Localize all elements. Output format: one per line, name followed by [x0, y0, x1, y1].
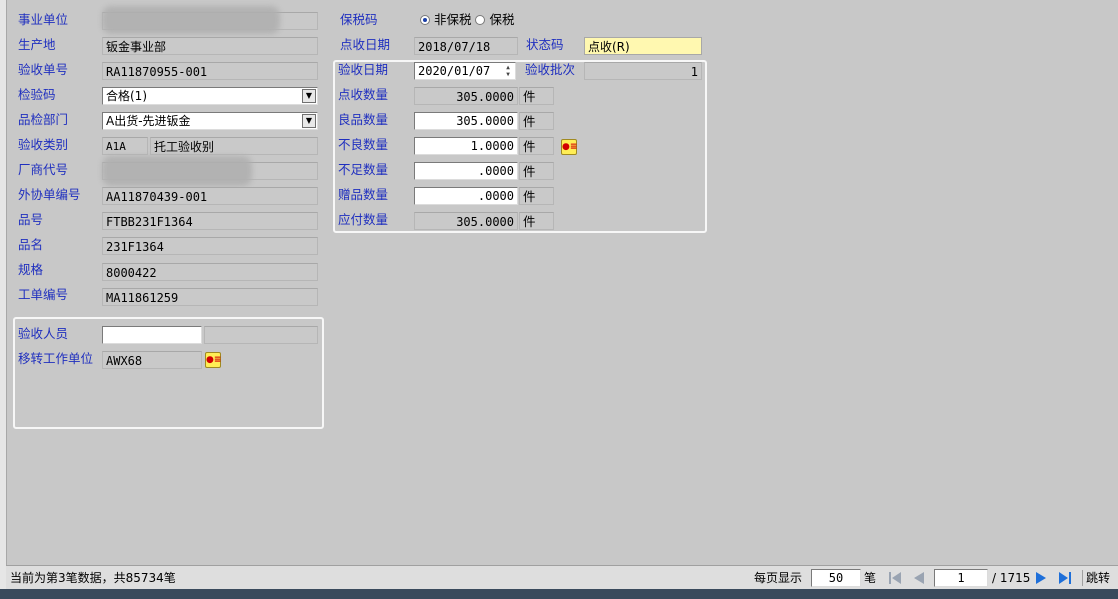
accept-date-input[interactable]: 2020/01/07 ▲ ▼ — [414, 62, 516, 80]
prev-page-icon[interactable] — [912, 571, 926, 585]
status-divider — [1082, 570, 1083, 586]
transfer-unit-label: 移转工作单位 — [18, 351, 94, 366]
count-qty-field[interactable]: 305.0000 — [414, 87, 518, 105]
business-unit-label: 事业单位 — [18, 12, 69, 27]
receipt-type-code[interactable]: A1A — [102, 137, 148, 155]
bonded-radio-group: 非保税 保税 — [420, 11, 514, 29]
part-name-field[interactable]: 231F1364 — [102, 237, 318, 255]
radio-non-bonded-label[interactable]: 非保税 — [434, 12, 472, 27]
inspection-code-label: 检验码 — [18, 87, 56, 102]
qc-dept-select[interactable]: A出货-先进钣金 ▼ — [102, 112, 318, 130]
chevron-down-icon[interactable]: ▼ — [302, 114, 316, 128]
work-order-label: 工单编号 — [18, 287, 69, 302]
inspection-code-value: 合格(1) — [106, 89, 147, 103]
defect-qty-input[interactable]: 1.0000 — [414, 137, 518, 155]
spin-up-icon[interactable]: ▲ — [502, 64, 514, 71]
count-date-field[interactable]: 2018/07/18 — [414, 37, 518, 55]
good-qty-label: 良品数量 — [338, 112, 389, 127]
vendor-code-label: 厂商代号 — [18, 162, 69, 177]
date-spinner[interactable]: ▲ ▼ — [502, 64, 514, 78]
outsource-no-label: 外协单编号 — [18, 187, 81, 202]
accept-date-label: 验收日期 — [338, 62, 389, 77]
first-page-icon[interactable] — [888, 571, 902, 585]
receipt-no-label: 验收单号 — [18, 62, 69, 77]
gift-qty-unit: 件 — [519, 187, 554, 205]
accept-date-value: 2020/01/07 — [418, 64, 491, 78]
record-info: 当前为第3笔数据，共85734笔 — [10, 571, 176, 585]
outsource-no-field[interactable]: AA11870439-001 — [102, 187, 318, 205]
good-qty-input[interactable]: 305.0000 — [414, 112, 518, 130]
batch-label: 验收批次 — [525, 62, 576, 77]
origin-field[interactable]: 钣金事业部 — [102, 37, 318, 55]
per-page-input[interactable]: 50 — [811, 569, 861, 587]
spec-label: 规格 — [18, 262, 44, 277]
payable-qty-unit: 件 — [519, 212, 554, 230]
last-page-icon[interactable] — [1058, 571, 1072, 585]
status-bar: 当前为第3笔数据，共85734笔 每页显示 50 笔 1 / 1715 跳转 — [6, 565, 1118, 590]
batch-field[interactable]: 1 — [584, 62, 702, 80]
page-input[interactable]: 1 — [934, 569, 988, 587]
part-no-label: 品号 — [18, 212, 44, 227]
inspection-code-select[interactable]: 合格(1) ▼ — [102, 87, 318, 105]
defect-detail-icon[interactable]: ●≡ — [561, 139, 577, 155]
work-order-field[interactable]: MA11861259 — [102, 288, 318, 306]
taskbar-strip — [0, 589, 1118, 599]
redaction-blur — [102, 156, 252, 186]
short-qty-unit: 件 — [519, 162, 554, 180]
spin-down-icon[interactable]: ▼ — [502, 71, 514, 78]
bonded-label: 保税码 — [340, 12, 378, 27]
chevron-down-icon[interactable]: ▼ — [302, 89, 316, 103]
transfer-unit-field[interactable]: AWX68 — [102, 351, 202, 369]
per-page-unit: 笔 — [864, 571, 877, 585]
part-no-field[interactable]: FTBB231F1364 — [102, 212, 318, 230]
count-qty-label: 点收数量 — [338, 87, 389, 102]
jump-button[interactable]: 跳转 — [1086, 566, 1110, 590]
status-code-label: 状态码 — [526, 37, 564, 52]
gift-qty-label: 赠品数量 — [338, 187, 389, 202]
inspector-name-field — [204, 326, 318, 344]
receipt-type-desc: 托工验收别 — [150, 137, 318, 155]
defect-qty-unit: 件 — [519, 137, 554, 155]
qc-dept-value: A出货-先进钣金 — [106, 114, 191, 128]
status-code-field[interactable]: 点收(R) — [584, 37, 702, 55]
per-page-label: 每页显示 — [754, 571, 803, 585]
total-pages: / 1715 — [992, 571, 1031, 585]
good-qty-unit: 件 — [519, 112, 554, 130]
receipt-no-field[interactable]: RA11870955-001 — [102, 62, 318, 80]
gift-qty-input[interactable]: .0000 — [414, 187, 518, 205]
count-date-label: 点收日期 — [340, 37, 391, 52]
defect-qty-label: 不良数量 — [338, 137, 389, 152]
redaction-blur — [102, 6, 280, 34]
inspector-label: 验收人员 — [18, 326, 69, 341]
payable-qty-label: 应付数量 — [338, 212, 389, 227]
spec-field[interactable]: 8000422 — [102, 263, 318, 281]
qc-dept-label: 品检部门 — [18, 112, 69, 127]
part-name-label: 品名 — [18, 237, 44, 252]
origin-label: 生产地 — [18, 37, 56, 52]
short-qty-input[interactable]: .0000 — [414, 162, 518, 180]
lookup-icon[interactable]: ●≡ — [205, 352, 221, 368]
radio-non-bonded[interactable] — [420, 15, 430, 25]
radio-bonded-label[interactable]: 保税 — [489, 12, 514, 27]
receipt-type-label: 验收类别 — [18, 137, 69, 152]
radio-bonded[interactable] — [475, 15, 486, 25]
next-page-icon[interactable] — [1034, 571, 1048, 585]
count-qty-unit: 件 — [519, 87, 554, 105]
window-left-edge — [0, 0, 7, 599]
inspector-input[interactable] — [102, 326, 202, 344]
short-qty-label: 不足数量 — [338, 162, 389, 177]
payable-qty-field[interactable]: 305.0000 — [414, 212, 518, 230]
